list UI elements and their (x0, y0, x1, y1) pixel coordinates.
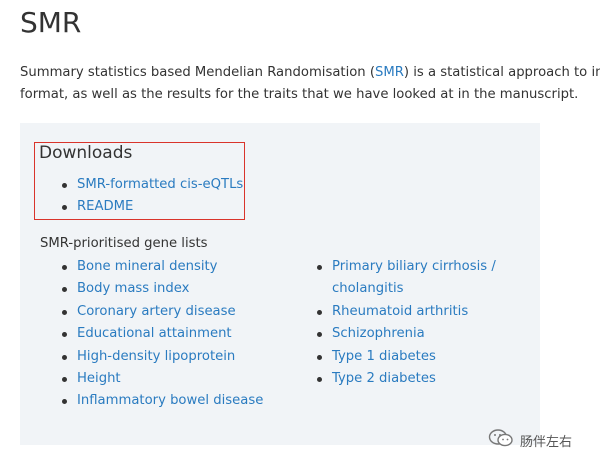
gene-list-right: Primary biliary cirrhosis / cholangitis … (295, 256, 507, 390)
downloads-list: SMR-formatted cis-eQTLs README (40, 174, 243, 219)
gene-list-link[interactable]: Coronary artery disease (77, 304, 236, 319)
list-item: High-density lipoprotein (40, 346, 263, 368)
gene-list-link[interactable]: Inflammatory bowel disease (77, 393, 263, 408)
list-item: Type 2 diabetes (295, 368, 507, 390)
list-item: Educational attainment (40, 323, 263, 345)
list-item: README (40, 196, 243, 218)
gene-list-link[interactable]: Body mass index (77, 281, 189, 296)
list-item: Coronary artery disease (40, 301, 263, 323)
page-title: SMR (20, 6, 82, 39)
intro-line-2: format, as well as the results for the t… (20, 87, 579, 102)
list-item: SMR-formatted cis-eQTLs (40, 174, 243, 196)
intro-text-after: ) is a statistical approach to infer pu (403, 65, 600, 80)
download-readme-link[interactable]: README (77, 199, 133, 214)
intro-text-before: Summary statistics based Mendelian Rando… (20, 65, 375, 80)
gene-list-link[interactable]: High-density lipoprotein (77, 349, 235, 364)
gene-lists-heading: SMR-prioritised gene lists (40, 236, 208, 251)
gene-list-link[interactable]: Rheumatoid arthritis (332, 304, 468, 319)
list-item: Rheumatoid arthritis (295, 301, 507, 323)
gene-list-link[interactable]: Type 1 diabetes (332, 349, 436, 364)
smr-link[interactable]: SMR (375, 65, 404, 80)
watermark: 肠伴左右 (488, 428, 572, 452)
gene-list-link[interactable]: Schizophrenia (332, 326, 425, 341)
gene-list-link[interactable]: Primary biliary cirrhosis / cholangitis (332, 259, 496, 296)
watermark-text: 肠伴左右 (520, 434, 573, 450)
downloads-heading: Downloads (39, 143, 133, 163)
intro-paragraph: Summary statistics based Mendelian Rando… (20, 62, 600, 106)
list-item: Schizophrenia (295, 323, 507, 345)
page: SMR Summary statistics based Mendelian R… (0, 0, 600, 465)
list-item: Bone mineral density (40, 256, 263, 278)
list-item: Body mass index (40, 278, 263, 300)
download-cis-eqtls-link[interactable]: SMR-formatted cis-eQTLs (77, 177, 243, 192)
gene-list-link[interactable]: Educational attainment (77, 326, 232, 341)
list-item: Type 1 diabetes (295, 346, 507, 368)
gene-list-left: Bone mineral density Body mass index Cor… (40, 256, 263, 413)
list-item: Primary biliary cirrhosis / cholangitis (295, 256, 507, 301)
wechat-icon (488, 428, 514, 452)
gene-list-link[interactable]: Type 2 diabetes (332, 371, 436, 386)
gene-list-link[interactable]: Height (77, 371, 121, 386)
downloads-panel: Downloads SMR-formatted cis-eQTLs README… (20, 123, 540, 445)
list-item: Inflammatory bowel disease (40, 390, 263, 412)
list-item: Height (40, 368, 263, 390)
gene-list-link[interactable]: Bone mineral density (77, 259, 217, 274)
